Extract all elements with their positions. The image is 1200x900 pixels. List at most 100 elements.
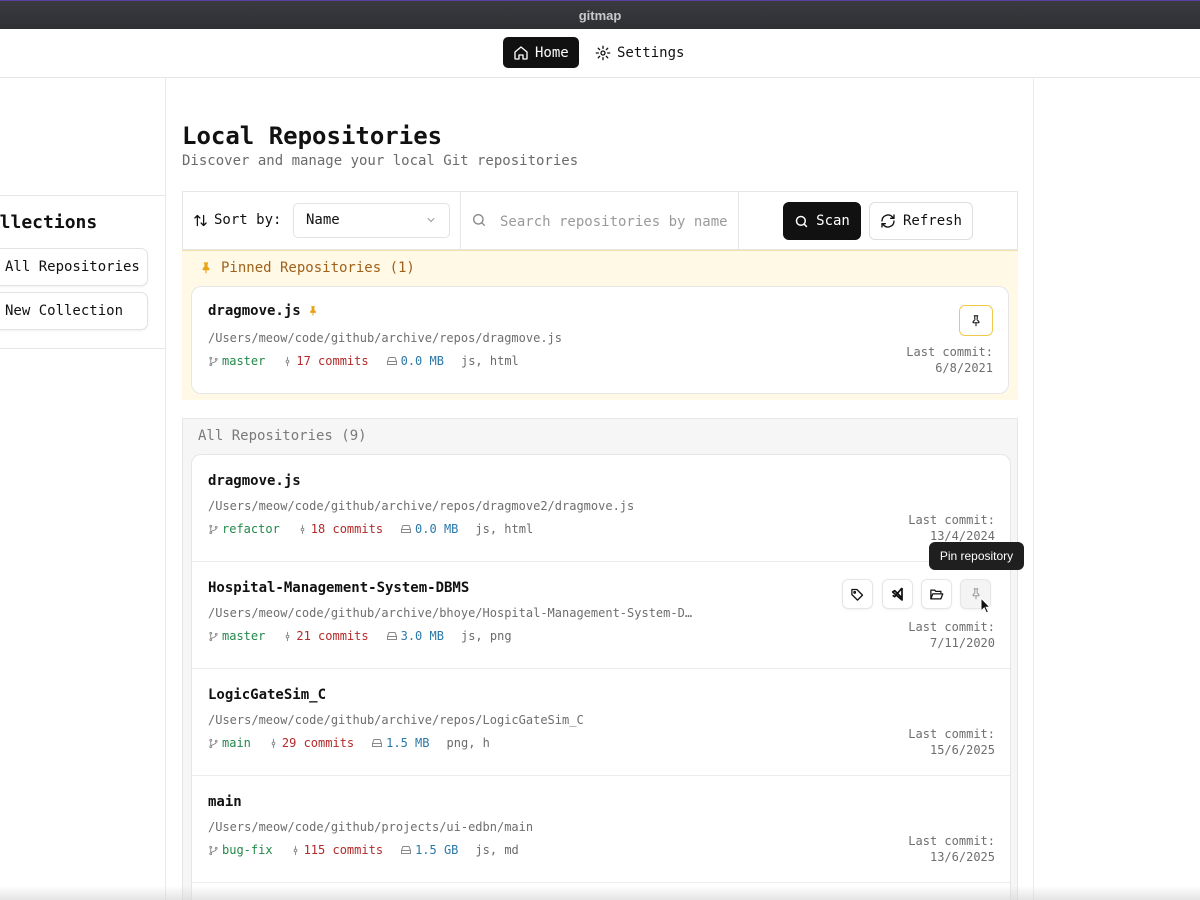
repo-meta: refactor 18 commits 0.0 MB js, html <box>208 522 550 536</box>
disk-icon <box>386 632 397 640</box>
tag-icon <box>851 588 864 601</box>
scan-button-label: Scan <box>816 213 850 229</box>
open-in-vscode-button[interactable] <box>882 579 913 609</box>
commit-icon <box>271 738 276 748</box>
pinned-section: Pinned Repositories (1) dragmove.js /Use… <box>182 250 1018 400</box>
repo-name: main <box>208 794 242 810</box>
last-commit-label: Last commit: <box>908 620 995 634</box>
repo-branch: bug-fix <box>208 843 273 857</box>
refresh-icon <box>881 214 895 228</box>
open-folder-button[interactable] <box>921 579 952 609</box>
all-repositories-heading: All Repositories (9) <box>198 428 367 444</box>
branch-icon <box>209 356 218 366</box>
page-subtitle: Discover and manage your local Git repos… <box>182 153 579 169</box>
last-commit-date: 15/6/2025 <box>929 743 995 757</box>
window-title: gitmap <box>578 8 622 23</box>
refresh-button[interactable]: Refresh <box>869 202 973 240</box>
repo-size: 0.0 MB <box>400 522 458 536</box>
repo-commits: 21 commits <box>282 629 369 643</box>
branch-icon <box>209 738 218 748</box>
repo-meta: bug-fix 115 commits 1.5 GB js, md <box>208 843 536 857</box>
sidebar-divider <box>0 348 165 349</box>
tags-button[interactable] <box>842 579 873 609</box>
last-commit-label: Last commit: <box>908 727 995 741</box>
toolbar-divider <box>738 192 739 249</box>
nav-home-button[interactable]: Home <box>503 37 579 68</box>
branch-icon <box>209 845 218 855</box>
all-repositories-section: All Repositories (9) dragmove.js /Users/… <box>182 418 1018 900</box>
repo-branch-text: master <box>222 629 266 643</box>
nav-settings-button[interactable]: Settings <box>585 37 694 68</box>
scan-button[interactable]: Scan <box>783 202 861 240</box>
chevron-down-icon <box>427 218 435 223</box>
disk-icon <box>401 846 412 854</box>
unpin-button[interactable] <box>959 305 993 336</box>
last-commit-date: 7/11/2020 <box>929 636 995 650</box>
repo-row[interactable]: dragmove.js /Users/meow/code/github/arch… <box>192 455 1010 562</box>
new-collection-button[interactable]: New Collection <box>0 292 148 330</box>
sidebar: Collections All Repositories New Collect… <box>0 78 166 900</box>
commit-icon <box>300 524 305 534</box>
repo-branch-text: master <box>222 354 266 368</box>
repo-row[interactable]: LogicGateSim_C /Users/meow/code/github/a… <box>192 669 1010 776</box>
sidebar-divider <box>0 195 165 196</box>
last-commit-date: 13/6/2025 <box>929 850 995 864</box>
last-commit: Last commit: 13/6/2025 <box>908 833 995 865</box>
repo-card[interactable]: dragmove.js /Users/meow/code/github/arch… <box>191 286 1009 394</box>
commit-icon <box>293 845 297 855</box>
sidebar-item-all-repositories[interactable]: All Repositories <box>0 248 148 286</box>
repo-commits-text: 21 commits <box>296 629 369 643</box>
repo-size-text: 0.0 MB <box>415 522 459 536</box>
sidebar-item-label: All Repositories <box>5 259 140 275</box>
disk-icon <box>372 739 383 747</box>
repo-size: 0.0 MB <box>386 354 444 368</box>
pin-icon <box>972 314 980 326</box>
sort-label: Sort by: <box>193 212 281 228</box>
repo-name: dragmove.js <box>208 303 319 319</box>
sort-select[interactable]: Name <box>293 203 450 238</box>
repo-size: 1.5 GB <box>400 843 458 857</box>
collections-heading: Collections <box>0 212 98 233</box>
repo-path: /Users/meow/code/github/projects/ui-edbn… <box>208 820 534 834</box>
repo-name: Hospital-Management-System-DBMS <box>208 580 470 596</box>
repo-size: 3.0 MB <box>386 629 444 643</box>
repo-name: LogicGateSim_C <box>208 687 327 703</box>
repo-meta: main 29 commits 1.5 MB png, h <box>208 736 507 750</box>
repo-branch: master <box>208 354 265 368</box>
sort-label-text: Sort by: <box>214 212 282 228</box>
folder-open-icon <box>930 589 944 599</box>
window-titlebar: gitmap <box>0 0 1200 30</box>
nav-home-label: Home <box>535 44 569 61</box>
search-icon <box>473 214 485 226</box>
repo-types: js, png <box>460 629 512 643</box>
repo-row[interactable]: main /Users/meow/code/github/projects/ui… <box>192 776 1010 883</box>
last-commit: Last commit: 13/4/2024 <box>908 512 995 544</box>
content-right-border <box>1033 78 1034 900</box>
repo-commits: 115 commits <box>290 843 383 857</box>
pinned-heading: Pinned Repositories (1) <box>199 260 415 276</box>
repo-path: /Users/meow/code/github/archive/repos/Lo… <box>208 713 584 727</box>
repo-types: js, md <box>475 843 519 857</box>
gear-icon <box>595 45 611 60</box>
repo-row[interactable]: Hospital-Management-System-DBMS /Users/m… <box>192 562 1010 669</box>
top-nav: Home Settings <box>0 29 1200 78</box>
disk-icon <box>386 357 397 365</box>
search-input[interactable] <box>498 206 732 238</box>
bottom-shadow <box>0 886 1200 900</box>
repo-meta: master 17 commits 0.0 MB js, html <box>208 354 536 368</box>
pin-icon <box>202 262 210 274</box>
repo-types: png, h <box>446 736 490 750</box>
repo-commits-text: 29 commits <box>281 736 355 750</box>
last-commit: Last commit: 7/11/2020 <box>908 619 995 651</box>
nav-settings-label: Settings <box>617 44 685 61</box>
last-commit-label: Last commit: <box>906 345 993 359</box>
cursor-icon <box>980 597 992 614</box>
repo-commits: 17 commits <box>282 354 369 368</box>
repo-types: js, html <box>460 354 519 368</box>
repo-path: /Users/meow/code/github/archive/repos/dr… <box>208 499 635 513</box>
repo-commits-text: 17 commits <box>296 354 369 368</box>
repo-size-text: 1.5 MB <box>386 736 430 750</box>
repo-branch: main <box>208 736 251 750</box>
repo-size: 1.5 MB <box>371 736 430 750</box>
pin-repository-tooltip: Pin repository <box>929 542 1024 570</box>
